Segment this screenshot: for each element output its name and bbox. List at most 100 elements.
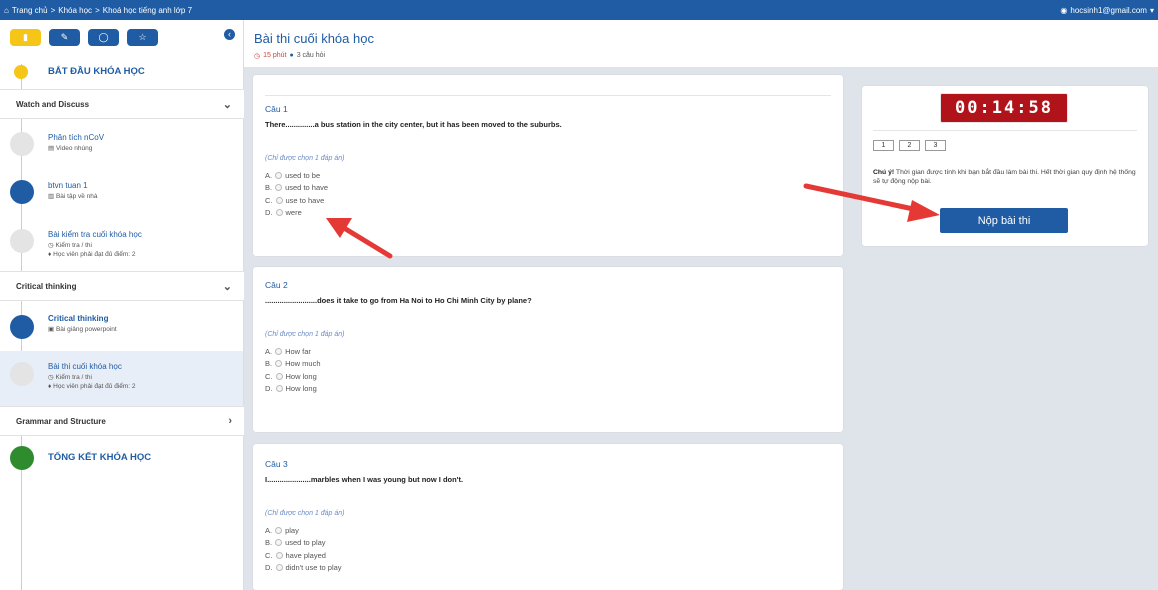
tab-lessons[interactable]: ▮ (10, 28, 41, 46)
answer-option[interactable]: D. were (265, 207, 831, 220)
caret-down-icon[interactable]: ▾ (1150, 6, 1154, 15)
tab-favorites[interactable]: ☆ (127, 28, 158, 46)
answer-option[interactable]: C. use to have (265, 194, 831, 207)
answer-option[interactable]: C. have played (265, 549, 831, 562)
answer-option[interactable]: A. play (265, 524, 831, 537)
chevron-right-icon[interactable]: › (228, 415, 232, 427)
breadcrumb-home[interactable]: Trang chủ (12, 6, 48, 15)
option-text[interactable]: have played (286, 551, 326, 560)
chevron-down-icon[interactable]: ⌄ (223, 280, 232, 293)
question-card-2: Câu 2 .........................does it t… (253, 267, 843, 432)
course-start-label[interactable]: BẮT ĐẦU KHÓA HỌC (48, 66, 145, 77)
option-key: C. (265, 195, 273, 205)
option-text[interactable]: How far (285, 347, 311, 356)
lesson-title[interactable]: Phân tích nCoV (48, 133, 104, 142)
lesson-type: ◷ Kiểm tra / thi (48, 241, 142, 249)
tab-attachments[interactable]: ✎ (49, 28, 80, 46)
exam-duration: 15 phút (263, 52, 287, 59)
radio-button[interactable] (275, 372, 283, 380)
option-text[interactable]: How long (286, 372, 317, 381)
lesson-title[interactable]: btvn tuan 1 (48, 181, 98, 190)
lesson-status-marker (10, 229, 34, 253)
answer-options: A. used to be B. used to have C. use to hav… (265, 169, 831, 219)
paperclip-icon: ✎ (60, 31, 69, 42)
option-text[interactable]: used to play (285, 538, 325, 547)
lesson-title[interactable]: Bài thi cuối khóa học (48, 362, 136, 371)
home-icon[interactable]: ⌂ (4, 6, 9, 15)
option-key: D. (265, 563, 273, 573)
answer-option[interactable]: B. used to have (265, 182, 831, 195)
radio-button[interactable] (275, 564, 283, 572)
user-menu[interactable]: ◉ hocsinh1@gmail.com ▾ (1060, 6, 1154, 15)
radio-button[interactable] (275, 385, 283, 393)
section-critical-thinking[interactable]: Critical thinking ⌄ (0, 271, 244, 301)
leaf-icon: ♦ (48, 383, 52, 390)
option-key: A. (265, 170, 273, 180)
breadcrumb-courses[interactable]: Khóa học (58, 6, 92, 15)
question-number: Câu 3 (265, 459, 288, 469)
section-watch-and-discuss[interactable]: Watch and Discuss ⌄ (0, 89, 244, 119)
lesson-item[interactable]: Critical thinking ▣ Bài giảng powerpoint (48, 314, 117, 333)
option-text[interactable]: How much (285, 359, 320, 368)
sidebar-tabs: ▮ ✎ ◯ ☆ ‹ (0, 20, 243, 54)
clock-icon: ◷ (48, 374, 54, 381)
answer-option[interactable]: C. How long (265, 370, 831, 383)
radio-button[interactable] (275, 539, 283, 547)
user-email[interactable]: hocsinh1@gmail.com (1070, 6, 1147, 15)
divider (873, 130, 1137, 131)
lesson-status-marker (10, 362, 34, 386)
option-text[interactable]: used to be (285, 171, 320, 180)
radio-button[interactable] (275, 551, 283, 559)
exam-note: Chú ý! Thời gian được tính khi bạn bắt đ… (873, 168, 1138, 186)
requirement-label: Học viên phải đạt đủ điểm: 2 (53, 383, 136, 390)
course-end-label[interactable]: TỔNG KẾT KHÓA HỌC (48, 452, 151, 463)
lesson-type-label: Kiểm tra / thi (55, 374, 92, 381)
leaf-icon: ♦ (48, 251, 52, 258)
note-text: Thời gian được tính khi bạn bắt đầu làm … (873, 169, 1136, 185)
question-nav-button-2[interactable]: 2 (899, 140, 920, 151)
lesson-item-active[interactable]: Bài thi cuối khóa học ◷ Kiểm tra / thi ♦… (48, 362, 136, 390)
radio-button[interactable] (275, 347, 283, 355)
page-title: Bài thi cuối khóa học (254, 31, 374, 46)
radio-button[interactable] (275, 196, 283, 204)
question-number: Câu 2 (265, 280, 288, 290)
option-text[interactable]: were (286, 208, 302, 217)
breadcrumb-current-course[interactable]: Khoá học tiếng anh lớp 7 (103, 6, 192, 15)
option-text[interactable]: used to have (285, 183, 328, 192)
radio-button[interactable] (275, 526, 283, 534)
question-nav-button-3[interactable]: 3 (925, 140, 946, 151)
lesson-title[interactable]: Critical thinking (48, 314, 117, 323)
radio-button[interactable] (275, 184, 283, 192)
answer-option[interactable]: D. How long (265, 383, 831, 396)
answer-option[interactable]: B. How much (265, 358, 831, 371)
radio-button[interactable] (275, 209, 283, 217)
tab-discussion[interactable]: ◯ (88, 28, 119, 46)
collapse-sidebar-button[interactable]: ‹ (224, 29, 235, 40)
submit-exam-button[interactable]: Nộp bài thi (940, 208, 1068, 233)
question-nav-button-1[interactable]: 1 (873, 140, 894, 151)
lesson-item[interactable]: Phân tích nCoV ▤ Video nhúng (48, 133, 104, 152)
option-key: C. (265, 371, 273, 381)
option-text[interactable]: didn't use to play (286, 563, 342, 572)
chevron-down-icon[interactable]: ⌄ (223, 98, 232, 111)
answer-option[interactable]: D. didn't use to play (265, 562, 831, 575)
lesson-type: ▤ Video nhúng (48, 144, 104, 152)
lesson-type-label: Kiểm tra / thi (55, 242, 92, 249)
answer-option[interactable]: A. How far (265, 345, 831, 358)
lesson-status-marker (10, 180, 34, 204)
exam-control-panel: 00:14:58 1 2 3 Chú ý! Thời gian được tín… (862, 86, 1148, 246)
option-text[interactable]: How long (286, 384, 317, 393)
option-text[interactable]: play (285, 526, 299, 535)
book-icon: ▮ (23, 31, 28, 42)
lesson-title[interactable]: Bài kiểm tra cuối khóa học (48, 230, 142, 239)
option-text[interactable]: use to have (286, 196, 325, 205)
radio-button[interactable] (275, 360, 283, 368)
answer-option[interactable]: B. used to play (265, 537, 831, 550)
radio-button[interactable] (275, 171, 283, 179)
countdown-timer: 00:14:58 (940, 93, 1068, 123)
section-grammar-and-structure[interactable]: Grammar and Structure › (0, 406, 244, 436)
answer-option[interactable]: A. used to be (265, 169, 831, 182)
lesson-item[interactable]: btvn tuan 1 ▥ Bài tập về nhà (48, 181, 98, 200)
lesson-item[interactable]: Bài kiểm tra cuối khóa học ◷ Kiểm tra / … (48, 230, 142, 258)
lesson-type-label: Bài tập về nhà (55, 193, 98, 200)
